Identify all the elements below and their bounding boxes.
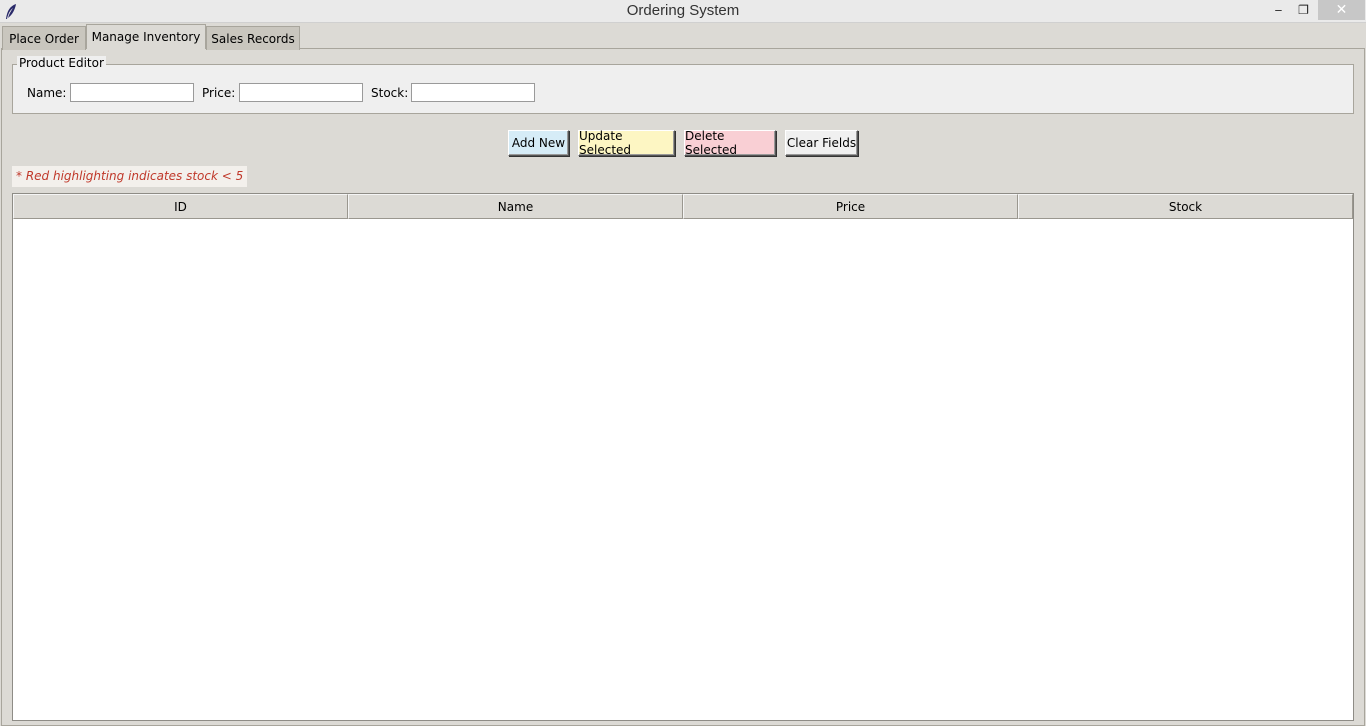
column-header-name[interactable]: Name xyxy=(348,194,683,219)
column-header-price[interactable]: Price xyxy=(683,194,1018,219)
price-input[interactable] xyxy=(239,83,363,102)
update-selected-button[interactable]: Update Selected xyxy=(578,129,675,157)
stock-input[interactable] xyxy=(411,83,535,102)
column-header-stock[interactable]: Stock xyxy=(1018,194,1353,219)
tab-manage-inventory[interactable]: Manage Inventory xyxy=(86,24,206,49)
column-header-id[interactable]: ID xyxy=(13,194,348,219)
name-label: Name: xyxy=(27,86,67,100)
delete-selected-button[interactable]: Delete Selected xyxy=(684,129,776,157)
low-stock-note: * Red highlighting indicates stock < 5 xyxy=(12,166,248,187)
add-new-button[interactable]: Add New xyxy=(508,130,569,156)
minimize-button[interactable]: ‒ xyxy=(1265,0,1292,20)
tab-place-order[interactable]: Place Order xyxy=(2,26,86,50)
inventory-table[interactable]: ID Name Price Stock xyxy=(12,193,1354,721)
product-editor-title: Product Editor xyxy=(17,56,106,70)
close-button[interactable]: ✕ xyxy=(1318,0,1365,20)
maximize-button[interactable]: ❐ xyxy=(1290,0,1317,20)
window-title: Ordering System xyxy=(626,2,740,19)
tab-sales-records[interactable]: Sales Records xyxy=(206,26,300,50)
clear-fields-button[interactable]: Clear Fields xyxy=(785,130,858,156)
tab-bar: Place Order Manage Inventory Sales Recor… xyxy=(0,24,1366,50)
table-header: ID Name Price Stock xyxy=(13,194,1353,220)
price-label: Price: xyxy=(202,86,236,100)
stock-label: Stock: xyxy=(371,86,409,100)
name-input[interactable] xyxy=(70,83,194,102)
title-bar: Ordering System ‒ ❐ ✕ xyxy=(0,0,1366,23)
